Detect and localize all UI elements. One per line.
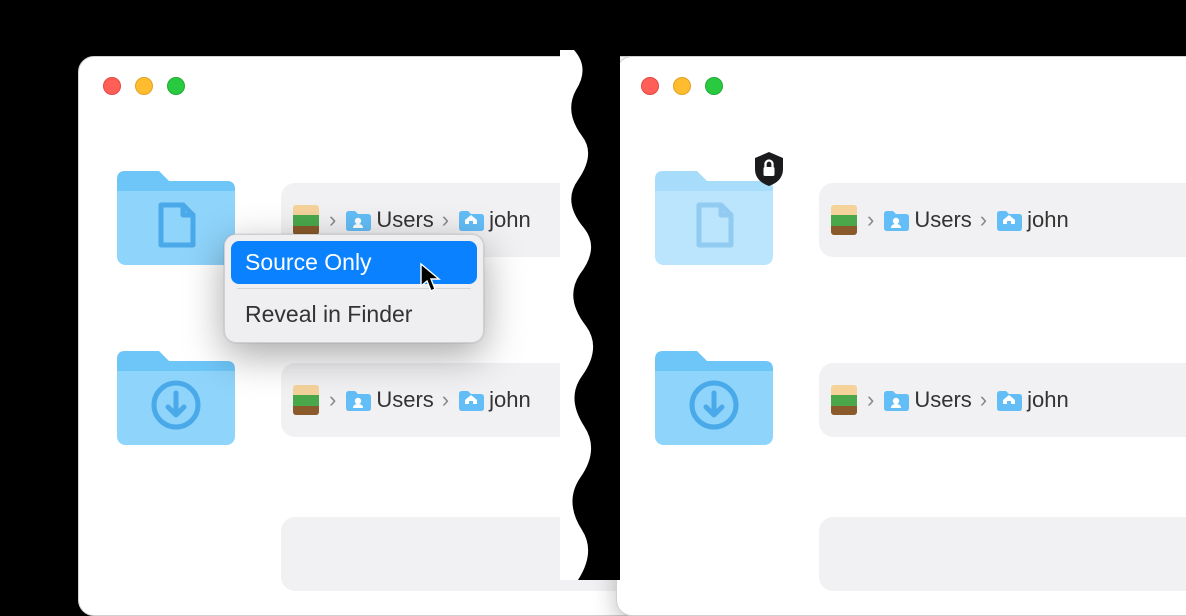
lock-badge-icon [753,151,785,187]
app-window-right: › Users › john [616,56,1186,616]
downloads-folder-icon [649,337,779,451]
task-row-downloads[interactable]: › Users › john [649,337,1186,485]
path-chip[interactable]: › Users › john [819,183,1186,257]
avatar-icon [293,205,319,235]
path-users-label: Users [914,387,971,413]
traffic-lights [103,77,185,95]
path-username: john [1027,207,1069,233]
path-username: john [489,387,531,413]
window-zoom-button[interactable] [705,77,723,95]
users-folder-icon [344,206,372,234]
home-folder-icon [995,386,1023,414]
context-menu: Source Only Reveal in Finder [224,234,484,343]
users-folder-icon [344,386,372,414]
path-users-label: Users [914,207,971,233]
chevron-right-icon: › [863,387,878,413]
home-folder-icon [457,206,485,234]
avatar-icon [831,205,857,235]
avatar-icon [831,385,857,415]
cursor-icon [418,262,444,294]
path-users-label: Users [376,207,433,233]
empty-path-chip [819,517,1186,591]
downloads-folder-icon [111,337,241,451]
path-username: john [1027,387,1069,413]
traffic-lights [641,77,723,95]
home-folder-icon [995,206,1023,234]
documents-folder-icon [111,157,241,271]
home-folder-icon [457,386,485,414]
path-users-label: Users [376,387,433,413]
users-folder-icon [882,206,910,234]
chevron-right-icon: › [863,207,878,233]
path-username: john [489,207,531,233]
task-row-downloads[interactable]: › Users › john [111,337,677,485]
task-row-empty [111,517,677,607]
chevron-right-icon: › [325,207,340,233]
window-close-button[interactable] [103,77,121,95]
users-folder-icon [882,386,910,414]
chevron-right-icon: › [438,387,453,413]
window-minimize-button[interactable] [135,77,153,95]
path-chip[interactable]: › Users › john [819,363,1186,437]
chevron-right-icon: › [325,387,340,413]
chevron-right-icon: › [438,207,453,233]
task-row-empty [649,517,1186,607]
task-row-documents[interactable]: › Users › john [649,157,1186,305]
window-zoom-button[interactable] [167,77,185,95]
avatar-icon [293,385,319,415]
chevron-right-icon: › [976,207,991,233]
chevron-right-icon: › [976,387,991,413]
window-close-button[interactable] [641,77,659,95]
window-minimize-button[interactable] [673,77,691,95]
menu-item-reveal-in-finder[interactable]: Reveal in Finder [231,293,477,336]
